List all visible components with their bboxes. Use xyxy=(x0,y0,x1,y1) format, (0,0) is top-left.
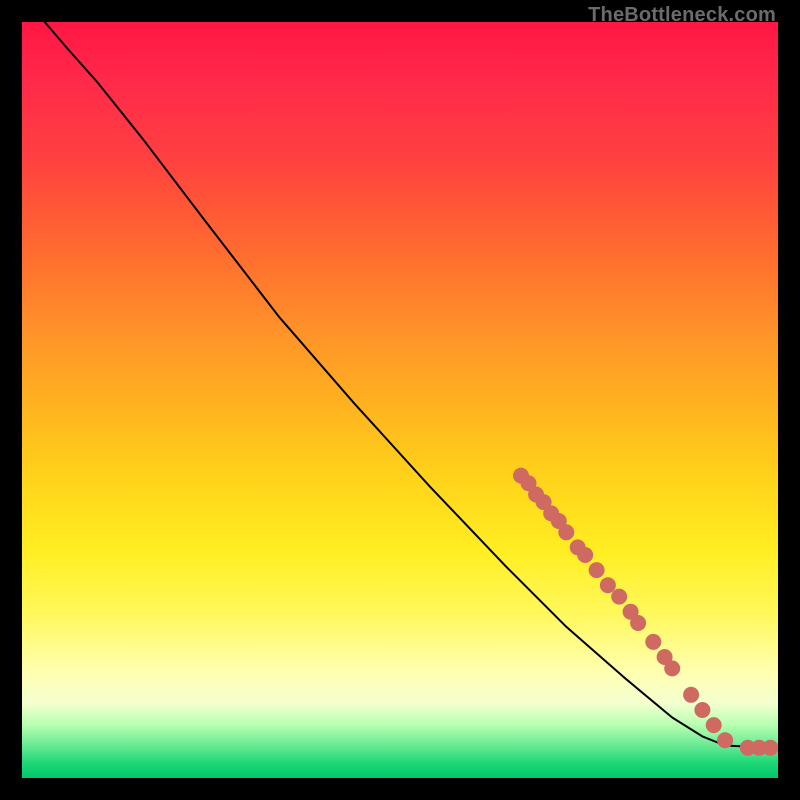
curve-markers xyxy=(513,468,778,756)
chart-overlay xyxy=(22,22,778,778)
chart-frame: TheBottleneck.com xyxy=(0,0,800,800)
gradient-plot-area xyxy=(22,22,778,778)
curve-line xyxy=(45,22,771,748)
